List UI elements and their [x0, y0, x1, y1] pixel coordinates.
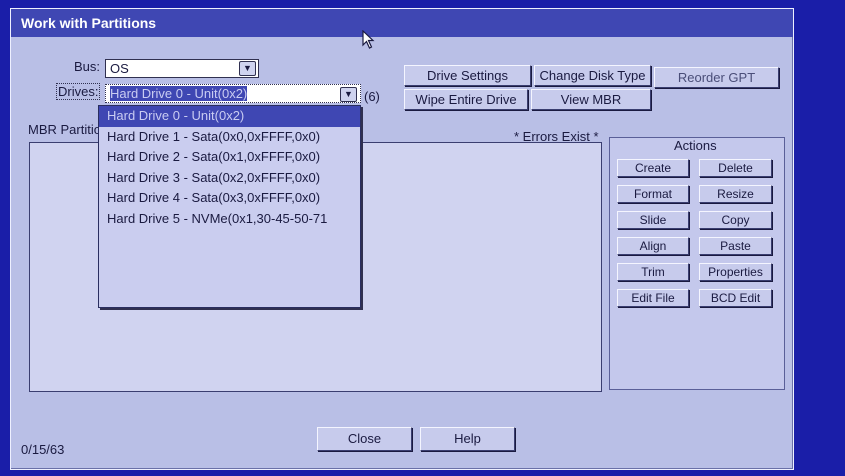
- drive-settings-button[interactable]: Drive Settings: [404, 65, 531, 86]
- view-mbr-button[interactable]: View MBR: [531, 89, 651, 110]
- help-button[interactable]: Help: [420, 427, 515, 451]
- delete-button[interactable]: Delete: [699, 159, 772, 177]
- close-button[interactable]: Close: [317, 427, 412, 451]
- format-button[interactable]: Format: [617, 185, 689, 203]
- trim-button[interactable]: Trim: [617, 263, 689, 281]
- resize-button[interactable]: Resize: [699, 185, 772, 203]
- drive-option-5[interactable]: Hard Drive 5 - NVMe(0x1,30-45-50-71: [99, 209, 360, 230]
- drive-option-0[interactable]: Hard Drive 0 - Unit(0x2): [99, 106, 360, 127]
- align-button[interactable]: Align: [617, 237, 689, 255]
- properties-button[interactable]: Properties: [699, 263, 772, 281]
- paste-button[interactable]: Paste: [699, 237, 772, 255]
- create-button[interactable]: Create: [617, 159, 689, 177]
- bus-label: Bus:: [74, 59, 101, 74]
- actions-panel: Actions Create Delete Format Resize Slid…: [609, 137, 785, 390]
- bcd-edit-button[interactable]: BCD Edit: [699, 289, 772, 307]
- drives-select[interactable]: Hard Drive 0 - Unit(0x2): [105, 84, 361, 103]
- mbr-partitions-label: MBR Partitio: [28, 122, 101, 137]
- status-text: 0/15/63: [21, 442, 65, 457]
- reorder-gpt-button[interactable]: Reorder GPT: [654, 67, 779, 88]
- change-disk-type-button[interactable]: Change Disk Type: [534, 65, 651, 86]
- copy-button[interactable]: Copy: [699, 211, 772, 229]
- drive-option-3[interactable]: Hard Drive 3 - Sata(0x2,0xFFFF,0x0): [99, 168, 360, 189]
- drive-option-4[interactable]: Hard Drive 4 - Sata(0x3,0xFFFF,0x0): [99, 188, 360, 209]
- drives-count: (6): [364, 89, 380, 104]
- partitions-dialog: Work with Partitions Bus: OS ▼ Drives: H…: [10, 8, 794, 470]
- bus-value: OS: [110, 61, 129, 76]
- drives-label: Drives:: [56, 83, 101, 100]
- drive-option-1[interactable]: Hard Drive 1 - Sata(0x0,0xFFFF,0x0): [99, 127, 360, 148]
- mouse-pointer-icon: [362, 30, 375, 49]
- drives-dropdown-icon[interactable]: ▼: [340, 87, 357, 102]
- wipe-entire-drive-button[interactable]: Wipe Entire Drive: [404, 89, 528, 110]
- edit-file-button[interactable]: Edit File: [617, 289, 689, 307]
- dialog-title: Work with Partitions: [11, 9, 793, 37]
- bus-select[interactable]: OS: [105, 59, 259, 78]
- actions-title: Actions: [674, 138, 717, 153]
- drive-option-2[interactable]: Hard Drive 2 - Sata(0x1,0xFFFF,0x0): [99, 147, 360, 168]
- drives-value: Hard Drive 0 - Unit(0x2): [110, 86, 248, 101]
- drives-dropdown-list[interactable]: Hard Drive 0 - Unit(0x2) Hard Drive 1 - …: [98, 105, 361, 308]
- slide-button[interactable]: Slide: [617, 211, 689, 229]
- bus-dropdown-icon[interactable]: ▼: [239, 61, 256, 76]
